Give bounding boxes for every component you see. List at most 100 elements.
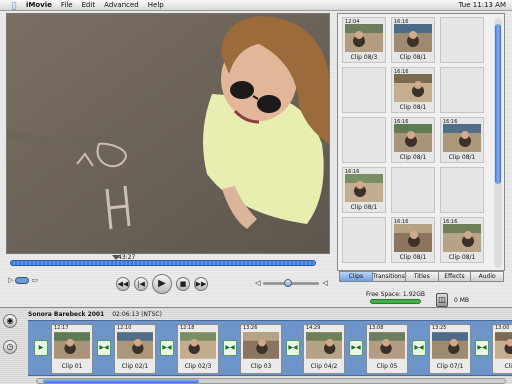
shelf-clip-thumbnail	[394, 24, 432, 52]
transition-marker[interactable]: ▶◀	[223, 340, 237, 356]
shelf-clip[interactable]: 16:16 Clip 08/1	[440, 117, 484, 163]
shelf-empty-slot[interactable]	[440, 67, 484, 113]
shelf-clip-name: Clip 08/1	[448, 154, 476, 161]
previous-button[interactable]: |◀	[134, 277, 148, 291]
video-frame	[7, 14, 329, 253]
shelf-clip-name: Clip 08/1	[399, 54, 427, 61]
shelf-empty-slot[interactable]	[342, 117, 386, 163]
timeline-clip-duration: 13:26	[243, 325, 258, 331]
tab-effects[interactable]: Effects	[437, 271, 472, 282]
shelf-scroll-thumb[interactable]	[495, 24, 501, 184]
shelf-clip[interactable]: 16:16 Clip 08/1	[391, 17, 435, 63]
trash-size: 0 MB	[454, 297, 470, 304]
project-duration: 02:06:13 (NTSC)	[112, 311, 162, 318]
menu-advanced[interactable]: Advanced	[104, 1, 139, 9]
shelf-clip-thumbnail	[394, 124, 432, 152]
transition-marker[interactable]: ▶◀	[475, 340, 489, 356]
tab-transitions[interactable]: Transitions	[371, 271, 406, 282]
volume-knob[interactable]	[283, 278, 292, 287]
menu-help[interactable]: Help	[148, 1, 164, 9]
transition-marker[interactable]: ▶◀	[349, 340, 363, 356]
clock-icon[interactable]: ◷	[3, 340, 17, 354]
speaker-loud-icon: ◁	[322, 279, 328, 287]
shelf-scrollbar[interactable]	[494, 18, 502, 268]
timeline-clip[interactable]: 14:29 Clip 04/2	[303, 324, 345, 374]
timeline-clip[interactable]: 13:26 Clip 03	[240, 324, 282, 374]
edit-mode-icon[interactable]: ▭	[31, 276, 38, 284]
speaker-icon: ◁	[255, 279, 261, 287]
menu-app-name[interactable]: iMovie	[26, 1, 52, 9]
shelf-clip-thumbnail	[443, 224, 481, 252]
timeline-clip[interactable]: 12:18 Clip 02/3	[177, 324, 219, 374]
shelf-grid: 12:04 Clip 08/3 16:16 Clip 08/1 16:16 Clip 08…	[342, 17, 490, 267]
shelf-empty-slot[interactable]	[342, 217, 386, 263]
timeline-view-switch: ◉ ◷	[3, 314, 23, 370]
timeline-clip-name: Clip 04/2	[310, 363, 338, 370]
shelf-clip-thumbnail	[394, 224, 432, 252]
tab-clips[interactable]: Clips	[339, 271, 373, 282]
shelf-empty-slot[interactable]	[440, 17, 484, 63]
shelf-clip[interactable]: 16:16 Clip 08/1	[440, 217, 484, 263]
timeline-clip[interactable]: 13:08 Clip 05	[366, 324, 408, 374]
timeline-clip[interactable]: 13:25 Clip 07/1	[429, 324, 471, 374]
menu-file[interactable]: File	[61, 1, 73, 9]
clip-track: ▶ 12:17 Clip 01 ▶◀ 12:10 Clip 02/1 ▶◀ 12:18 Clip…	[28, 320, 512, 376]
transition-marker[interactable]: ▶◀	[286, 340, 300, 356]
stop-button[interactable]: ■	[176, 277, 190, 291]
tab-audio[interactable]: Audio	[470, 271, 505, 282]
timeline-scrollbar[interactable]	[36, 378, 506, 384]
scrubber-bar[interactable]	[10, 260, 316, 266]
tab-titles[interactable]: Titles	[404, 271, 439, 282]
shelf-clip-name: Clip 08/1	[399, 104, 427, 111]
timeline-clip-thumbnail	[180, 332, 216, 359]
shelf-empty-slot[interactable]	[440, 167, 484, 213]
trash-icon[interactable]: ◫	[436, 293, 448, 307]
timeline-header: Sonora Barebeck 2001 02:06:13 (NTSC)	[28, 311, 162, 318]
shelf-clip-name: Clip 08/1	[399, 254, 427, 261]
free-space-label: Free Space: 1.92GB	[366, 291, 425, 298]
camera-mode-icon[interactable]: ▷	[8, 276, 13, 284]
shelf-clip[interactable]: 16:16 Clip 08/1	[342, 167, 386, 213]
transition-marker[interactable]: ▶◀	[160, 340, 174, 356]
play-button[interactable]: ▶	[152, 274, 172, 294]
volume-slider[interactable]	[263, 278, 320, 287]
timeline-panel: ◉ ◷ Sonora Barebeck 2001 02:06:13 (NTSC)…	[0, 307, 512, 384]
timeline-clip-thumbnail	[117, 332, 153, 359]
mode-toggle[interactable]: ▷ ▭	[8, 276, 38, 284]
timeline-scroll-thumb[interactable]	[43, 379, 199, 383]
shelf-clip[interactable]: 16:16 Clip 08/1	[391, 217, 435, 263]
shelf-clip[interactable]: 16:16 Clip 08/1	[391, 67, 435, 113]
shelf-clip-name: Clip 08/1	[399, 154, 427, 161]
shelf-clip-name: Clip 08/1	[350, 204, 378, 211]
timeline-clip-duration: 13:08	[369, 325, 384, 331]
free-space-bar	[370, 299, 421, 304]
timeline-clip-name: Clip 0	[504, 363, 512, 370]
timeline-clip[interactable]: 12:17 Clip 01	[51, 324, 93, 374]
menu-edit[interactable]: Edit	[82, 1, 96, 9]
transition-marker[interactable]: ▶◀	[97, 340, 111, 356]
shelf-empty-slot[interactable]	[391, 167, 435, 213]
timeline-clip[interactable]: 13:00 Clip 0	[492, 324, 512, 374]
fast-forward-button[interactable]: ▶▶	[194, 277, 208, 291]
eye-icon[interactable]: ◉	[3, 314, 17, 328]
transition-marker[interactable]: ▶◀	[412, 340, 426, 356]
transition-marker[interactable]: ▶	[34, 340, 48, 356]
shelf-clip-thumbnail	[443, 124, 481, 152]
timeline-clip-name: Clip 02/3	[184, 363, 212, 370]
shelf-clip[interactable]: 12:04 Clip 08/3	[342, 17, 386, 63]
menubar-clock: Tue 11:13 AM	[458, 1, 506, 9]
shelf-clip-name: Clip 08/1	[448, 254, 476, 261]
mode-switch[interactable]	[15, 276, 30, 284]
timeline-clip-duration: 13:25	[432, 325, 447, 331]
timeline-clip-name: Clip 05	[376, 363, 398, 370]
timeline-clip-thumbnail	[54, 332, 90, 359]
timeline-clip-thumbnail	[495, 332, 512, 359]
apple-logo-icon[interactable]: 	[9, 1, 19, 10]
shelf-clip[interactable]: 16:16 Clip 08/1	[391, 117, 435, 163]
timeline-clip-thumbnail	[369, 332, 405, 359]
timeline-clip-thumbnail	[432, 332, 468, 359]
shelf-empty-slot[interactable]	[342, 67, 386, 113]
timeline-clip[interactable]: 12:10 Clip 02/1	[114, 324, 156, 374]
panel-tabs: Clips Transitions Titles Effects Audio	[339, 271, 505, 282]
rewind-button[interactable]: ◀◀	[116, 277, 130, 291]
